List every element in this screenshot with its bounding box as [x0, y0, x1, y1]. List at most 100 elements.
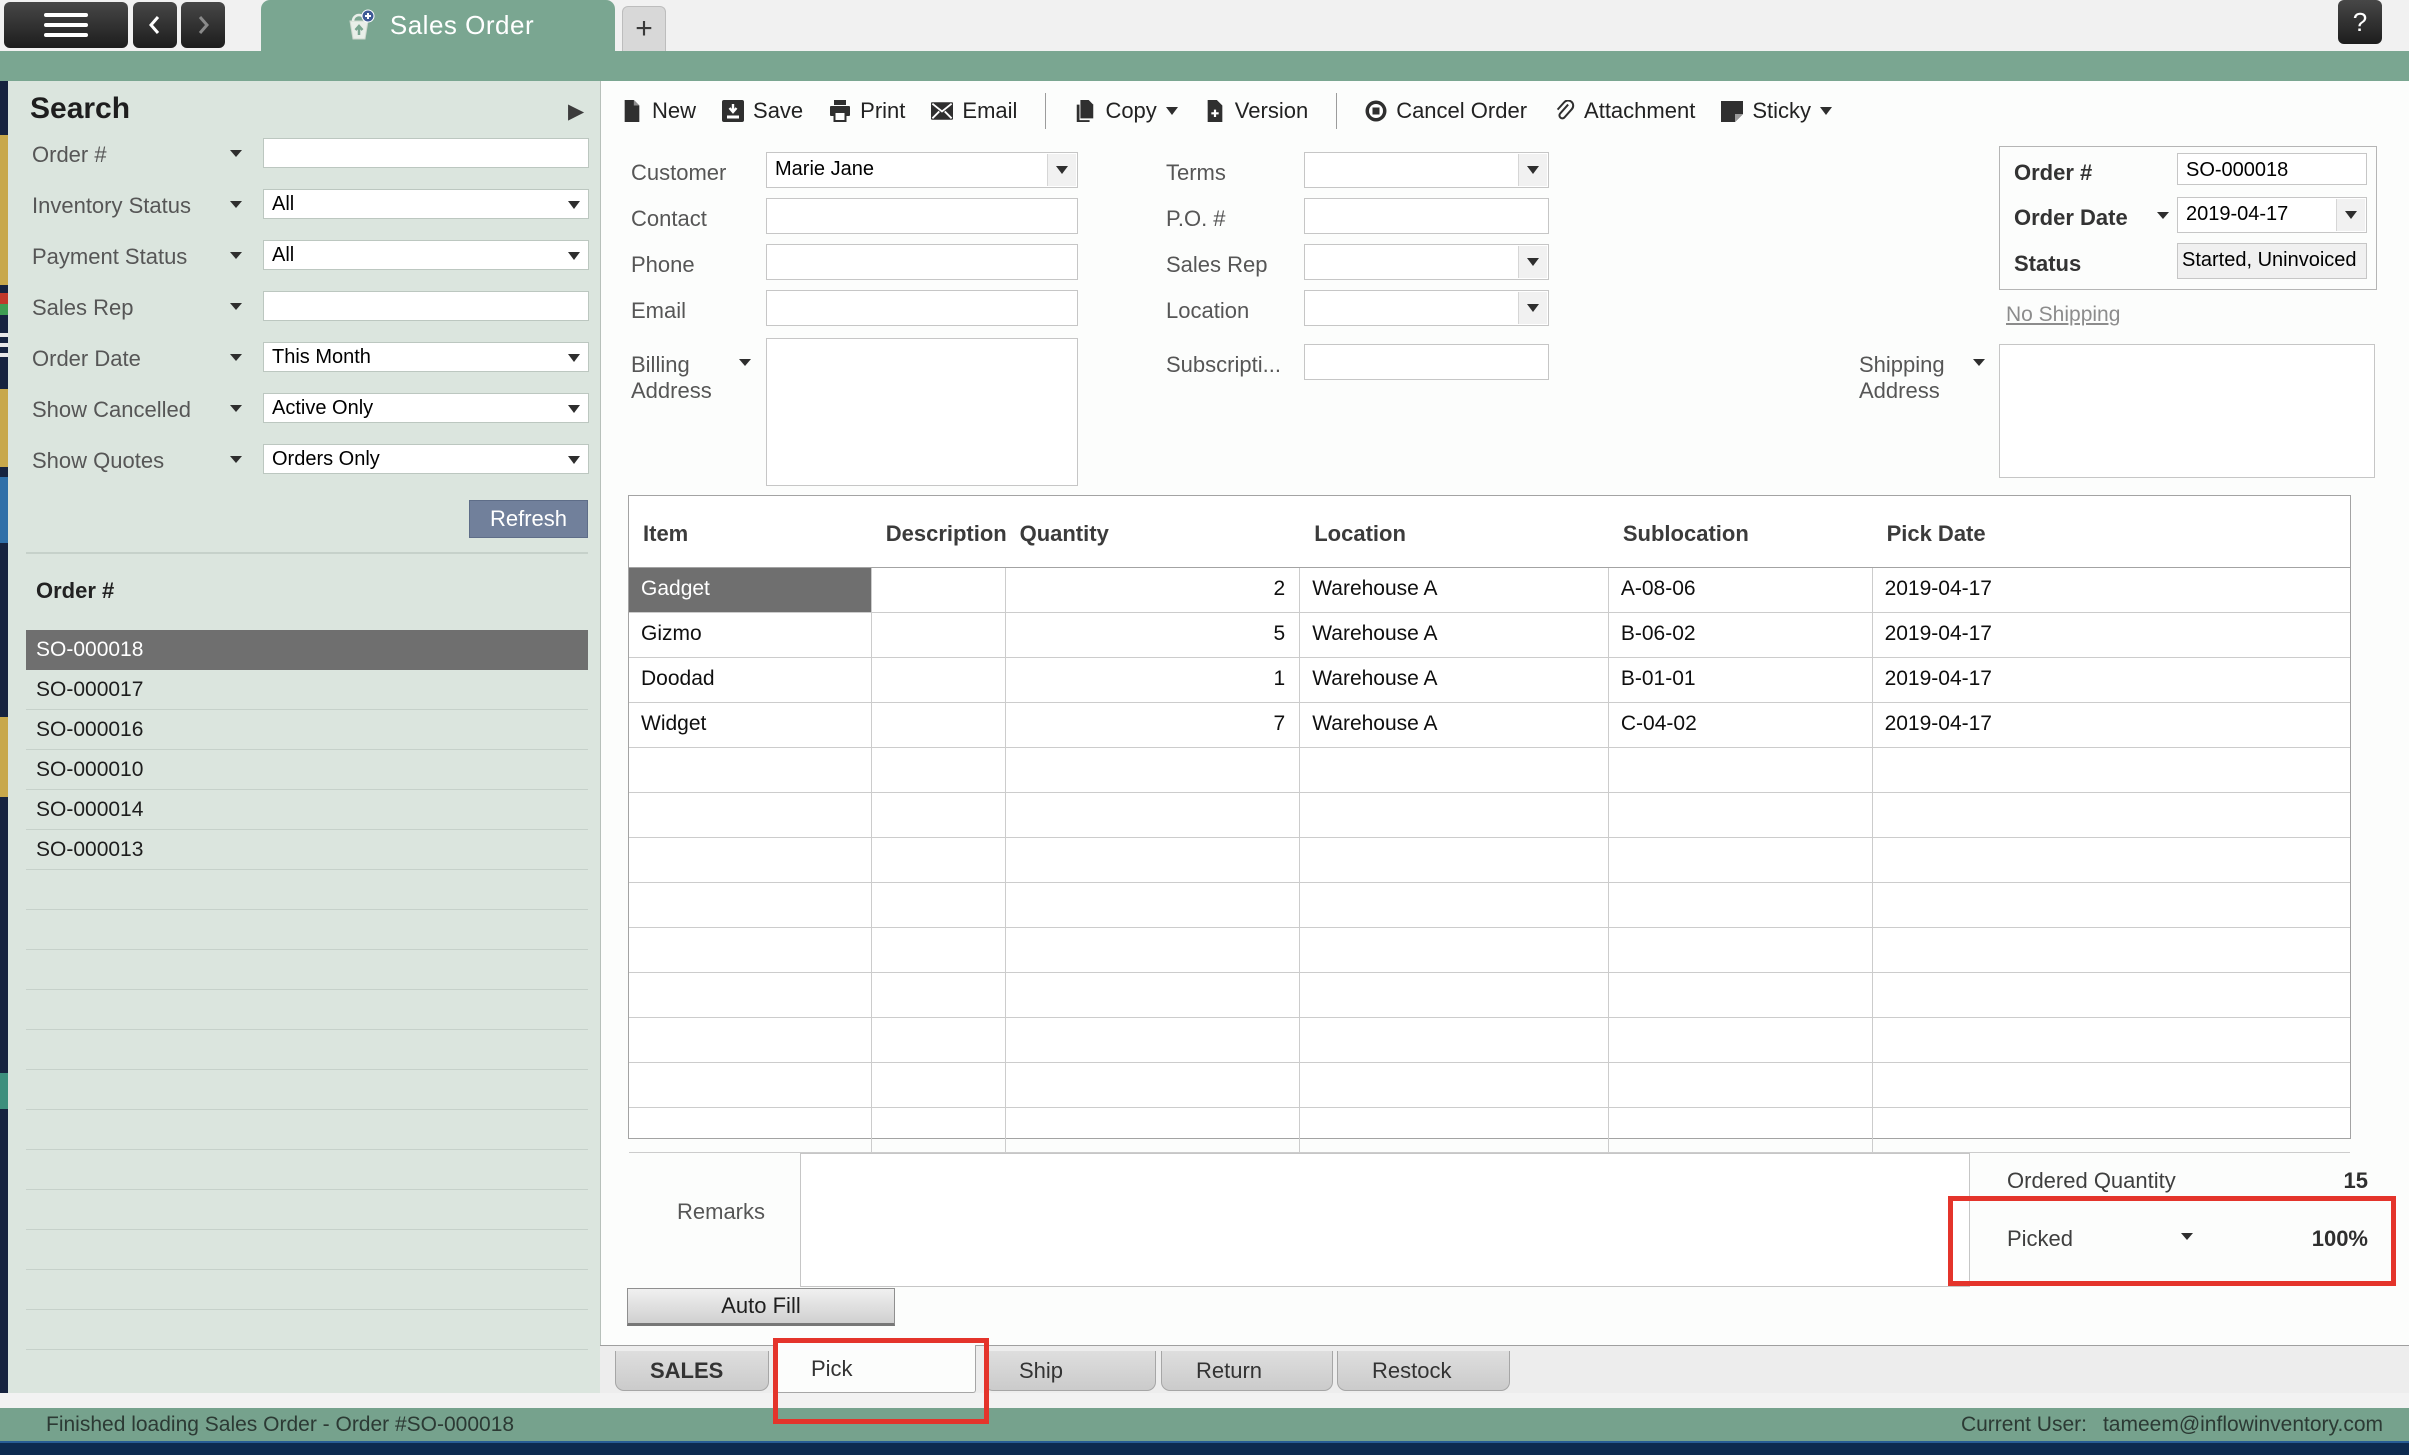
- phone-input[interactable]: [766, 244, 1078, 280]
- chevron-down-icon[interactable]: [1973, 359, 1985, 366]
- order-list-empty-row[interactable]: [26, 1070, 588, 1110]
- subscription-input[interactable]: [1304, 344, 1549, 380]
- chevron-down-icon[interactable]: [230, 405, 242, 412]
- location-cell[interactable]: Warehouse A: [1300, 703, 1609, 747]
- description-cell[interactable]: [872, 658, 1006, 702]
- chevron-down-icon[interactable]: [2157, 212, 2169, 219]
- order-list-empty-row[interactable]: [26, 870, 588, 910]
- order-list-empty-row[interactable]: [26, 1190, 588, 1230]
- item-cell[interactable]: Gadget: [629, 568, 872, 612]
- empty-item-row[interactable]: [629, 838, 2350, 883]
- email-button[interactable]: Email: [931, 98, 1017, 124]
- order-number-search-input[interactable]: [263, 138, 589, 168]
- chevron-down-icon[interactable]: [230, 354, 242, 361]
- section-tab[interactable]: Ship: [984, 1351, 1156, 1391]
- location-cell[interactable]: Warehouse A: [1300, 613, 1609, 657]
- quantity-cell[interactable]: 7: [1006, 703, 1301, 747]
- item-cell[interactable]: Gizmo: [629, 613, 872, 657]
- billing-address-textarea[interactable]: [766, 338, 1078, 486]
- order-date-combo[interactable]: 2019-04-17: [2177, 197, 2367, 233]
- help-button[interactable]: ?: [2338, 0, 2382, 44]
- col-description[interactable]: Description: [872, 496, 1006, 567]
- item-row[interactable]: Doodad 1 Warehouse A B-01-01 2019-04-17: [629, 658, 2350, 703]
- pick-date-cell[interactable]: 2019-04-17: [1873, 613, 2350, 657]
- chevron-down-icon[interactable]: [739, 359, 751, 366]
- auto-fill-button[interactable]: Auto Fill: [627, 1288, 895, 1326]
- empty-item-row[interactable]: [629, 793, 2350, 838]
- new-tab-button[interactable]: +: [622, 6, 666, 51]
- col-item[interactable]: Item: [629, 496, 872, 567]
- remarks-textarea[interactable]: [800, 1153, 1970, 1287]
- main-menu-button[interactable]: [4, 2, 128, 48]
- empty-item-row[interactable]: [629, 973, 2350, 1018]
- order-list-item[interactable]: SO-000014: [26, 790, 588, 830]
- sales-rep-combo[interactable]: [1304, 244, 1549, 280]
- back-button[interactable]: [133, 2, 177, 48]
- order-list-item[interactable]: SO-000013: [26, 830, 588, 870]
- description-cell[interactable]: [872, 568, 1006, 612]
- empty-item-row[interactable]: [629, 1063, 2350, 1108]
- pick-date-cell[interactable]: 2019-04-17: [1873, 568, 2350, 612]
- payment-status-select[interactable]: All: [263, 240, 589, 270]
- pick-date-cell[interactable]: 2019-04-17: [1873, 658, 2350, 702]
- show-cancelled-select[interactable]: Active Only: [263, 393, 589, 423]
- tab-sales-order[interactable]: Sales Order: [261, 0, 615, 51]
- sublocation-cell[interactable]: A-08-06: [1609, 568, 1873, 612]
- order-list-empty-row[interactable]: [26, 1230, 588, 1270]
- chevron-down-icon[interactable]: [230, 201, 242, 208]
- order-number-value[interactable]: SO-000018: [2177, 153, 2367, 185]
- quantity-cell[interactable]: 5: [1006, 613, 1301, 657]
- empty-item-row[interactable]: [629, 1108, 2350, 1153]
- order-list-empty-row[interactable]: [26, 1310, 588, 1350]
- order-list-item[interactable]: SO-000018: [26, 630, 588, 670]
- version-button[interactable]: Version: [1204, 98, 1308, 124]
- sales-rep-search-input[interactable]: [263, 291, 589, 321]
- order-date-select[interactable]: This Month: [263, 342, 589, 372]
- section-tab[interactable]: Restock: [1337, 1351, 1510, 1391]
- col-quantity[interactable]: Quantity: [1006, 496, 1301, 567]
- no-shipping-link[interactable]: No Shipping: [2006, 303, 2120, 327]
- shipping-address-textarea[interactable]: [1999, 344, 2375, 478]
- item-row[interactable]: Gadget 2 Warehouse A A-08-06 2019-04-17: [629, 568, 2350, 613]
- chevron-down-icon[interactable]: [230, 252, 242, 259]
- description-cell[interactable]: [872, 703, 1006, 747]
- email-input[interactable]: [766, 290, 1078, 326]
- order-list-empty-row[interactable]: [26, 950, 588, 990]
- location-cell[interactable]: Warehouse A: [1300, 658, 1609, 702]
- sticky-button[interactable]: Sticky: [1721, 98, 1832, 124]
- pick-date-cell[interactable]: 2019-04-17: [1873, 703, 2350, 747]
- sublocation-cell[interactable]: B-06-02: [1609, 613, 1873, 657]
- refresh-button[interactable]: Refresh: [469, 500, 588, 538]
- contact-input[interactable]: [766, 198, 1078, 234]
- chevron-down-icon[interactable]: [230, 150, 242, 157]
- print-button[interactable]: Print: [829, 98, 905, 124]
- sublocation-cell[interactable]: C-04-02: [1609, 703, 1873, 747]
- sidebar-collapse-icon[interactable]: ▶: [568, 99, 584, 124]
- col-location[interactable]: Location: [1300, 496, 1609, 567]
- col-sublocation[interactable]: Sublocation: [1609, 496, 1873, 567]
- empty-item-row[interactable]: [629, 928, 2350, 973]
- order-list-empty-row[interactable]: [26, 1030, 588, 1070]
- order-list-empty-row[interactable]: [26, 990, 588, 1030]
- description-cell[interactable]: [872, 613, 1006, 657]
- item-cell[interactable]: Doodad: [629, 658, 872, 702]
- item-cell[interactable]: Widget: [629, 703, 872, 747]
- sublocation-cell[interactable]: B-01-01: [1609, 658, 1873, 702]
- cancel-order-button[interactable]: Cancel Order: [1365, 98, 1527, 124]
- terms-combo[interactable]: [1304, 152, 1549, 188]
- item-row[interactable]: Widget 7 Warehouse A C-04-02 2019-04-17: [629, 703, 2350, 748]
- section-tab[interactable]: Return: [1161, 1351, 1333, 1391]
- po-number-input[interactable]: [1304, 198, 1549, 234]
- empty-item-row[interactable]: [629, 883, 2350, 928]
- section-tab[interactable]: SALES: [615, 1351, 769, 1391]
- empty-item-row[interactable]: [629, 1018, 2350, 1063]
- copy-button[interactable]: Copy: [1074, 98, 1177, 124]
- customer-combo[interactable]: Marie Jane: [766, 152, 1078, 188]
- attachment-button[interactable]: Attachment: [1553, 98, 1695, 124]
- quantity-cell[interactable]: 2: [1006, 568, 1301, 612]
- new-button[interactable]: New: [621, 98, 696, 124]
- forward-button[interactable]: [181, 2, 225, 48]
- order-list-empty-row[interactable]: [26, 1270, 588, 1310]
- chevron-down-icon[interactable]: [230, 456, 242, 463]
- location-combo[interactable]: [1304, 290, 1549, 326]
